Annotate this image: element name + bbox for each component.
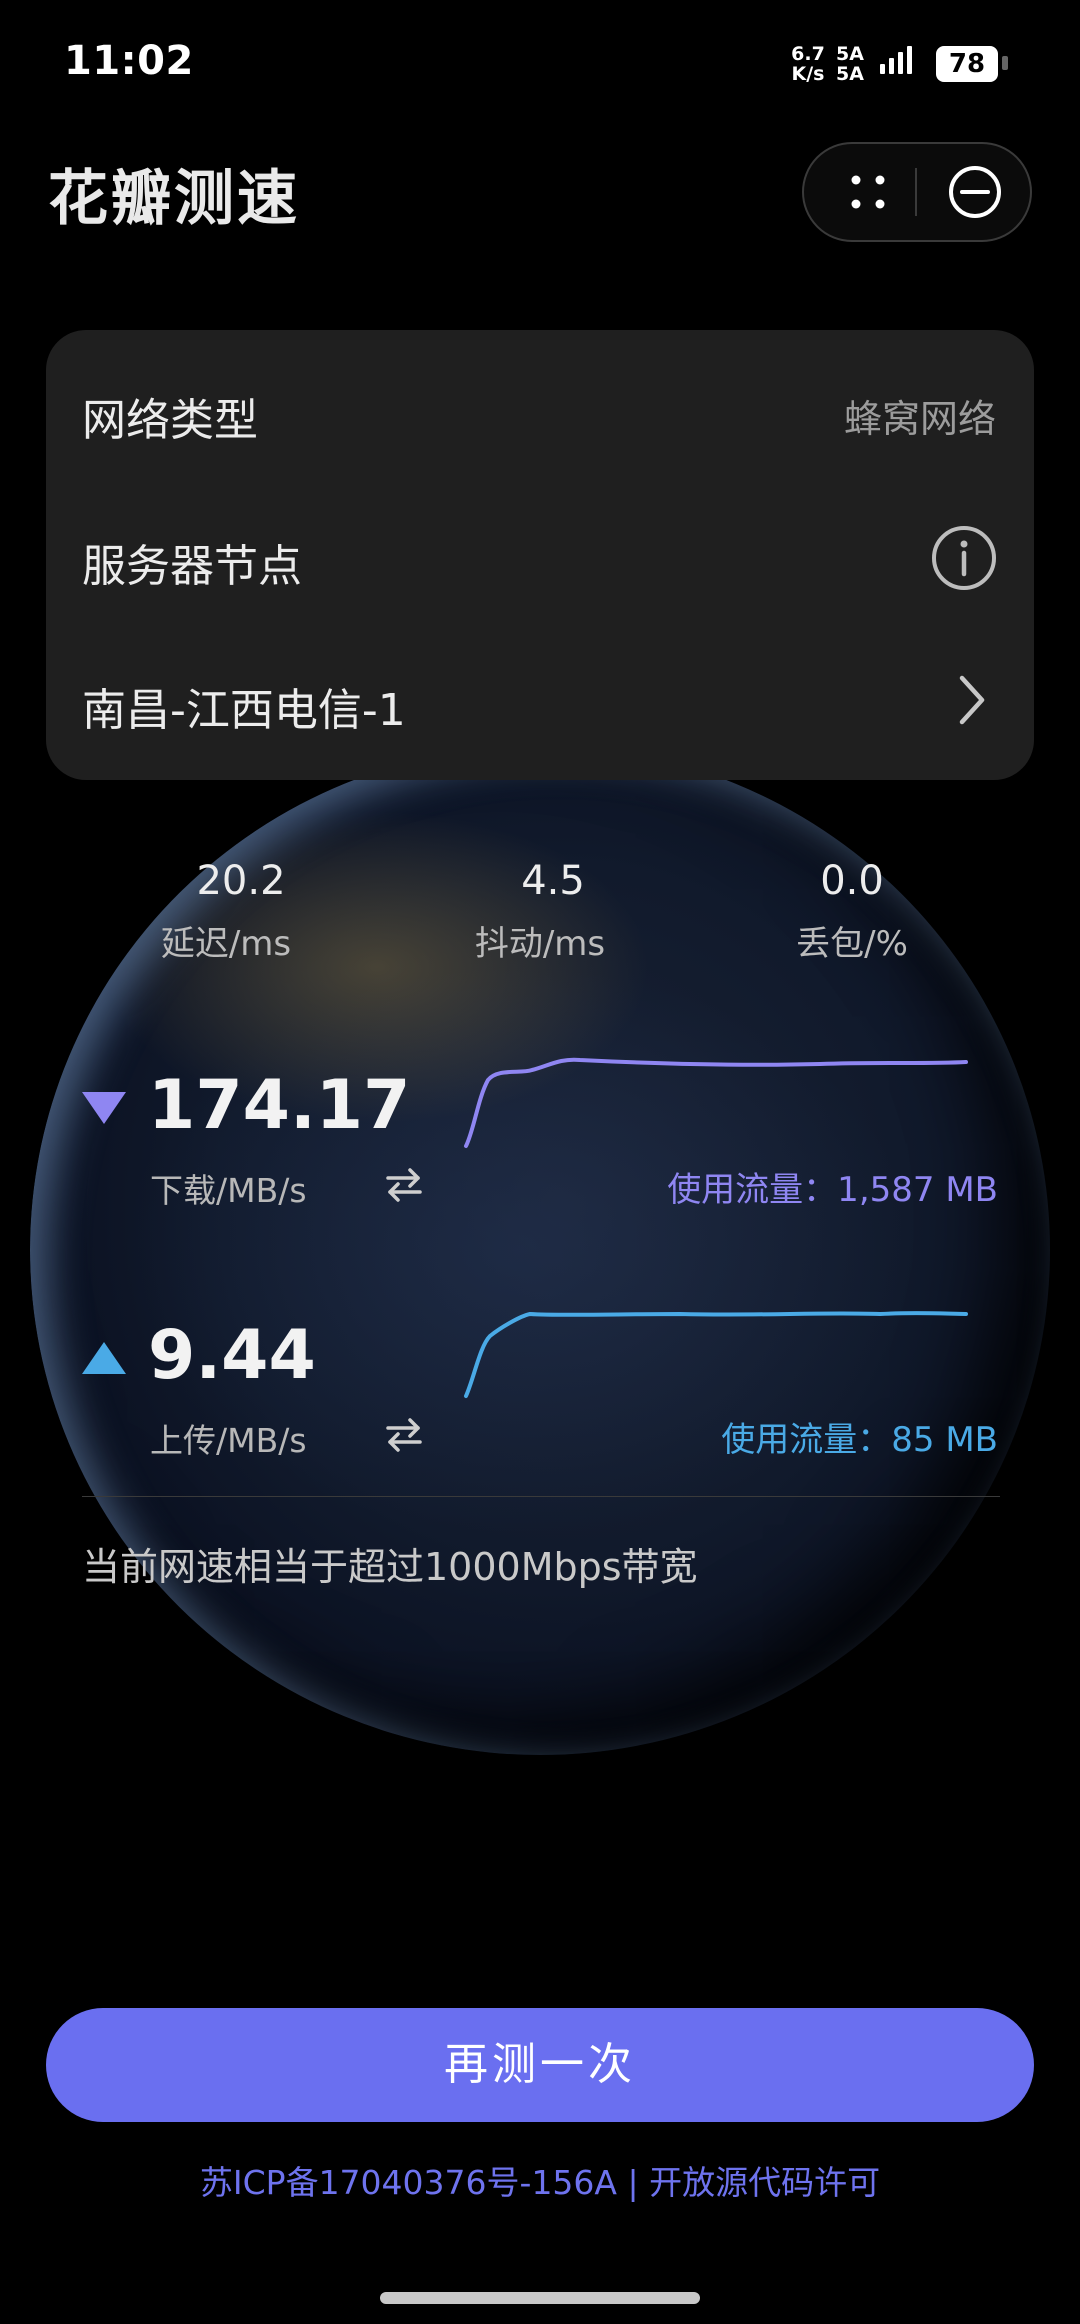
chevron-right-icon bbox=[959, 675, 985, 725]
upload-speed-value: 9.44 bbox=[148, 1316, 316, 1395]
signal-bars-icon bbox=[880, 46, 912, 74]
swap-arrows-icon[interactable] bbox=[382, 1166, 426, 1202]
upload-speed-label: 上传/MB/s bbox=[150, 1421, 307, 1460]
info-button[interactable] bbox=[930, 524, 998, 592]
latency-label: 延迟/ms bbox=[160, 924, 292, 964]
network-type-label: 网络类型 bbox=[82, 395, 258, 446]
swap-arrows-icon[interactable] bbox=[382, 1416, 426, 1452]
battery-icon: 78 bbox=[936, 46, 998, 82]
close-button[interactable] bbox=[930, 156, 1020, 228]
footer-links[interactable]: 苏ICP备17040376号-156A | 开放源代码许可 bbox=[0, 2156, 1080, 2204]
minus-circle-icon bbox=[949, 166, 1001, 218]
retest-button[interactable]: 再测一次 bbox=[46, 2008, 1034, 2122]
triangle-up-icon bbox=[82, 1342, 126, 1374]
jitter-label: 抖动/ms bbox=[474, 924, 606, 964]
server-select-row[interactable]: 南昌-江西电信-1 bbox=[46, 650, 1034, 750]
signal-label-1: 5A bbox=[836, 43, 864, 65]
upload-speed-graph bbox=[464, 1311, 968, 1398]
download-speed-label: 下载/MB/s bbox=[150, 1171, 307, 1210]
bandwidth-note: 当前网速相当于超过1000Mbps带宽 bbox=[82, 1545, 698, 1589]
download-speed-graph bbox=[464, 1057, 968, 1148]
download-usage: 使用流量：1,587 MB bbox=[667, 1170, 998, 1210]
dots-grid-icon bbox=[851, 175, 885, 209]
capsule-divider bbox=[915, 168, 917, 216]
battery-tip bbox=[1002, 56, 1008, 70]
home-indicator[interactable] bbox=[380, 2292, 700, 2304]
network-speed-unit: K/s bbox=[791, 63, 825, 85]
packet-loss-label: 丢包/% bbox=[796, 924, 908, 964]
signal-label-2: 5A bbox=[836, 63, 864, 85]
upload-usage: 使用流量：85 MB bbox=[721, 1420, 998, 1460]
status-time: 11:02 bbox=[64, 38, 194, 84]
signal-labels: 5A 5A bbox=[836, 44, 864, 84]
download-speed-value: 174.17 bbox=[148, 1066, 411, 1145]
server-name: 南昌-江西电信-1 bbox=[82, 685, 406, 736]
app-title: 花瓣测速 bbox=[48, 164, 300, 234]
packet-loss-value: 0.0 bbox=[820, 858, 884, 904]
network-type-value: 蜂窝网络 bbox=[843, 397, 996, 441]
network-speed-indicator: 6.7 K/s bbox=[790, 44, 826, 84]
more-menu-button[interactable] bbox=[818, 156, 918, 228]
network-speed-value: 6.7 bbox=[791, 43, 825, 65]
latency-value: 20.2 bbox=[196, 858, 286, 904]
divider bbox=[82, 1496, 1000, 1497]
triangle-down-icon bbox=[82, 1092, 126, 1124]
info-icon bbox=[932, 526, 996, 590]
server-node-label: 服务器节点 bbox=[82, 541, 302, 592]
jitter-value: 4.5 bbox=[521, 858, 585, 904]
